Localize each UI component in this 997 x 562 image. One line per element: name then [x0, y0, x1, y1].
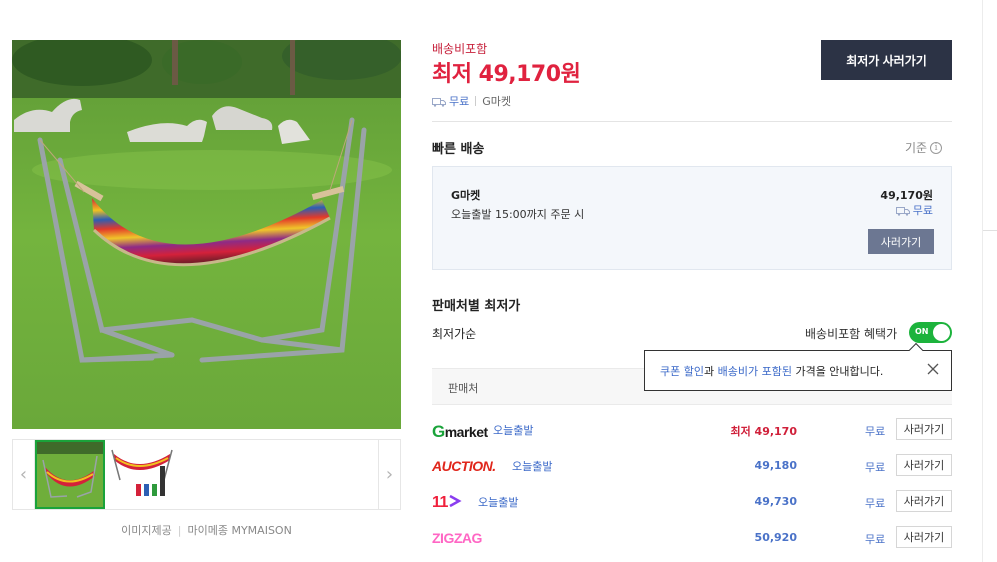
fast-delivery-shipping: 무료 [895, 202, 933, 218]
shipping-tooltip: 쿠폰 할인과 배송비가 포함된 가격을 안내합니다. [644, 342, 952, 391]
shipping-included-note: 배송비포함 [432, 42, 488, 56]
fast-delivery-info: 오늘출발 15:00까지 주문 시 [451, 208, 585, 221]
seller-price: 최저 49,170 [730, 425, 797, 438]
lowest-price-value: 49,170 [478, 62, 561, 87]
buy-lowest-price-button[interactable]: 최저가 사러가기 [821, 40, 952, 80]
seller-row-11st: 11 오늘출발 49,730 무료 사러가기 [432, 486, 952, 522]
today-ship-badge: 오늘출발 [512, 460, 553, 473]
zigzag-logo: ZIGZAG [432, 530, 482, 546]
11st-logo: 11 [432, 494, 462, 512]
toggle-knob [933, 324, 950, 341]
fast-delivery-title: 빠른 배송 [432, 142, 485, 157]
fast-delivery-buy-button[interactable]: 사러가기 [868, 229, 934, 254]
toggle-state: ON [915, 327, 929, 336]
fast-delivery-shipping-label: 무료 [912, 204, 933, 217]
shipping-included-toggle-label: 배송비포함 혜택가 [805, 327, 898, 341]
fast-delivery-seller: G마켓 [451, 189, 481, 202]
seller-shipping: 무료 [865, 461, 886, 474]
lowest-price: 최저 49,170원 [432, 56, 581, 88]
thumbnail-prev-arrow-icon[interactable]: ‹ [13, 440, 35, 509]
image-credit-source: 마이메종 MYMAISON [187, 524, 292, 537]
seller-buy-button[interactable]: 사러가기 [896, 418, 952, 440]
seller-row-auction: AUCTION. 오늘출발 49,180 무료 사러가기 [432, 450, 952, 486]
page-edge-tick [983, 230, 997, 231]
meta-divider [475, 96, 477, 106]
image-credit-label: 이미지제공 [121, 524, 172, 537]
seller-buy-button[interactable]: 사러가기 [896, 526, 952, 548]
thumbnail-2[interactable] [108, 440, 178, 509]
tooltip-arrow [908, 342, 924, 358]
credit-divider: | [177, 524, 182, 537]
fast-delivery-price: 49,170원 [880, 189, 933, 202]
seller-row-gmarket: Gmarket 오늘출발 최저 49,170 무료 사러가기 [432, 414, 952, 450]
today-ship-badge: 오늘출발 [478, 496, 519, 509]
seller-shipping: 무료 [865, 425, 886, 438]
truck-icon [895, 206, 910, 216]
shipping-included-toggle[interactable]: ON [909, 322, 952, 343]
seller-price: 49,180 [754, 459, 797, 472]
today-ship-badge: 오늘출발 [493, 424, 534, 437]
seller-buy-button[interactable]: 사러가기 [896, 490, 952, 512]
lowest-mall-name: G마켓 [482, 95, 512, 108]
shipping-free-label: 무료 [449, 95, 470, 108]
hammock-photo [12, 40, 401, 429]
tooltip-text: 쿠폰 할인과 배송비가 포함된 가격을 안내합니다. [660, 364, 884, 378]
gmarket-logo: Gmarket [432, 422, 488, 441]
fast-delivery-card: G마켓 오늘출발 15:00까지 주문 시 49,170원 무료 사러가기 [432, 166, 952, 270]
sort-option-lowest[interactable]: 최저가순 [432, 325, 476, 342]
product-main-image [12, 40, 401, 429]
price-meta: 무료 G마켓 [432, 93, 511, 109]
seller-shipping: 무료 [865, 497, 886, 510]
truck-icon [432, 97, 446, 107]
auction-logo: AUCTION. [432, 458, 496, 474]
thumbnail-strip: ‹ › [12, 439, 401, 510]
thumbnail-1[interactable] [35, 440, 105, 509]
section-divider [432, 121, 952, 122]
criteria-info[interactable]: 기준 i [905, 139, 943, 156]
image-credit: 이미지제공 | 마이메종 MYMAISON [12, 522, 401, 538]
thumbnail-next-arrow-icon[interactable]: › [378, 440, 400, 509]
page-edge-divider [982, 0, 983, 562]
lowest-price-label: 최저 [432, 62, 472, 87]
close-icon[interactable] [926, 362, 940, 376]
seller-buy-button[interactable]: 사러가기 [896, 454, 952, 476]
column-header-seller: 판매처 [448, 382, 479, 395]
criteria-label: 기준 [905, 141, 928, 155]
lowest-price-currency: 원 [560, 62, 581, 87]
seller-price: 49,730 [754, 495, 797, 508]
seller-section-title: 판매처별 최저가 [432, 299, 521, 314]
seller-row-zigzag: ZIGZAG 50,920 무료 사러가기 [432, 522, 952, 558]
info-icon[interactable]: i [930, 141, 943, 154]
seller-price: 50,920 [754, 531, 797, 544]
seller-shipping: 무료 [865, 533, 886, 546]
